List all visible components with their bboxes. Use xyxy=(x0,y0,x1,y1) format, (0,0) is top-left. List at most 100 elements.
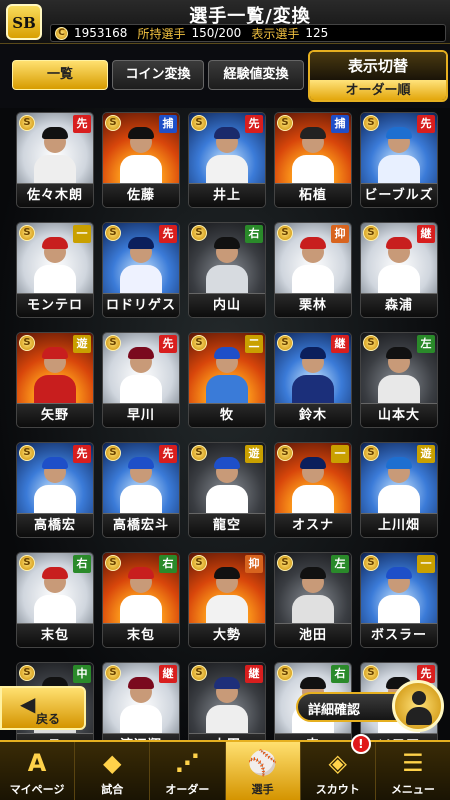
player-card[interactable]: S 継山田 xyxy=(188,662,266,740)
stadium-icon: ◆ xyxy=(103,749,122,777)
nav-item-scout[interactable]: ◈ スカウト! xyxy=(301,734,376,800)
player-card[interactable]: S 左池田 xyxy=(274,552,352,648)
player-card[interactable]: S 先早川 xyxy=(102,332,180,428)
player-card[interactable]: S 先ロドリゲス xyxy=(102,222,180,318)
player-card[interactable]: S 継渡辺翔 xyxy=(102,662,180,740)
position-badge: 二 xyxy=(245,335,263,353)
player-card[interactable]: S 右末包 xyxy=(16,552,94,648)
player-card[interactable]: S 右内山 xyxy=(188,222,266,318)
position-badge: 先 xyxy=(159,445,177,463)
owned-value: 150/200 xyxy=(191,26,242,40)
coin-icon: S xyxy=(105,225,121,241)
player-card[interactable]: S 先高橋宏 xyxy=(16,442,94,538)
nav-label: メニュー xyxy=(390,783,435,796)
coin-icon: S xyxy=(19,665,35,681)
player-name: 栗林 xyxy=(275,293,351,317)
coin-icon: S xyxy=(363,225,379,241)
player-card[interactable]: S 遊矢野 xyxy=(16,332,94,428)
position-badge: 先 xyxy=(245,115,263,133)
position-badge: 先 xyxy=(159,225,177,243)
position-badge: 一 xyxy=(417,555,435,573)
coin-icon: S xyxy=(105,665,121,681)
player-card[interactable]: S 右末包 xyxy=(102,552,180,648)
player-card[interactable]: S 遊上川畑 xyxy=(360,442,438,538)
detail-button[interactable]: 詳細確認 xyxy=(296,680,446,734)
player-name: 佐々木朗 xyxy=(17,183,93,207)
player-name: 柘植 xyxy=(275,183,351,207)
player-name: 大勢 xyxy=(189,623,265,647)
coin-icon: C xyxy=(55,26,68,40)
coin-icon: S xyxy=(277,225,293,241)
back-button[interactable]: ◀ 戻る xyxy=(0,686,86,730)
player-name: 牧 xyxy=(189,403,265,427)
nav-label: マイページ xyxy=(9,783,65,796)
nav-item-player[interactable]: ⚾ 選手 xyxy=(225,742,301,800)
player-card[interactable]: S 遊龍空 xyxy=(188,442,266,538)
coin-icon: S xyxy=(105,115,121,131)
player-name: 矢野 xyxy=(17,403,93,427)
player-card[interactable]: S 先佐々木朗 xyxy=(16,112,94,208)
player-card[interactable]: S 抑大勢 xyxy=(188,552,266,648)
display-toggle-button[interactable]: 表示切替 オーダー順 xyxy=(308,50,448,102)
coin-icon: S xyxy=(105,555,121,571)
back-label: 戻る xyxy=(36,712,61,726)
player-name: 渡辺翔 xyxy=(103,733,179,740)
player-card[interactable]: S 抑栗林 xyxy=(274,222,352,318)
player-name: 鈴木 xyxy=(275,403,351,427)
position-badge: 捕 xyxy=(331,115,349,133)
position-badge: 抑 xyxy=(331,225,349,243)
detail-label: 詳細確認 xyxy=(308,703,361,718)
player-name: 池田 xyxy=(275,623,351,647)
coin-icon: S xyxy=(19,335,35,351)
coin-icon: S xyxy=(19,225,35,241)
stats-bar: C 1953168 所持選手 150/200 表示選手 125 xyxy=(50,24,446,42)
nav-item-menu[interactable]: ☰ メニュー xyxy=(376,742,450,800)
player-name: 上川畑 xyxy=(361,513,437,537)
player-name: 井上 xyxy=(189,183,265,207)
nav-item-mypage[interactable]: A マイページ xyxy=(0,742,76,800)
position-badge: 左 xyxy=(417,335,435,353)
player-card[interactable]: S 先井上 xyxy=(188,112,266,208)
coin-icon: S xyxy=(105,335,121,351)
scout-icon: ◈ xyxy=(328,749,347,777)
player-card[interactable]: S 先ビーブルズ xyxy=(360,112,438,208)
player-card[interactable]: S 一モンテロ xyxy=(16,222,94,318)
position-badge: 右 xyxy=(159,555,177,573)
player-name: 早川 xyxy=(103,403,179,427)
player-name: 高橋宏斗 xyxy=(103,513,179,537)
position-badge: 継 xyxy=(331,335,349,353)
coin-icon: S xyxy=(363,665,379,681)
position-badge: 一 xyxy=(331,445,349,463)
player-card[interactable]: S 左山本大 xyxy=(360,332,438,428)
position-badge: 遊 xyxy=(73,335,91,353)
tab-exp-convert[interactable]: 経験値変換 xyxy=(208,60,304,90)
nav-item-stadium[interactable]: ◆ 試合 xyxy=(75,742,151,800)
player-card[interactable]: S 一ボスラー xyxy=(360,552,438,648)
display-label: 表示選手 xyxy=(251,26,300,41)
coin-icon: S xyxy=(191,115,207,131)
back-arrow-icon: ◀ xyxy=(20,692,36,716)
display-toggle-title: 表示切替 xyxy=(310,52,446,80)
player-card[interactable]: S 継森浦 xyxy=(360,222,438,318)
player-card[interactable]: S 継鈴木 xyxy=(274,332,352,428)
player-card-grid: S 先佐々木朗 S 捕佐藤 S 先井上 S 捕柘植 S 先ビーブルズ S 一モンテロ S 先ロドリゲス S 右… xyxy=(0,108,450,740)
logo-text: SB xyxy=(12,14,36,32)
position-badge: 中 xyxy=(73,665,91,683)
player-name: 森浦 xyxy=(361,293,437,317)
player-card[interactable]: S 捕佐藤 xyxy=(102,112,180,208)
header: SB 選手一覧/変換 C 1953168 所持選手 150/200 表示選手 1… xyxy=(0,0,450,44)
player-card[interactable]: S 一オスナ xyxy=(274,442,352,538)
tab-list[interactable]: 一覧 xyxy=(12,60,108,90)
display-toggle-mode: オーダー順 xyxy=(310,80,446,100)
nav-item-order[interactable]: ⋰ オーダー xyxy=(150,742,226,800)
player-card[interactable]: S 先高橋宏斗 xyxy=(102,442,180,538)
player-name: 龍空 xyxy=(189,513,265,537)
player-icon: ⚾ xyxy=(247,749,278,777)
tab-coin-convert[interactable]: コイン変換 xyxy=(112,60,204,90)
coin-icon: S xyxy=(277,335,293,351)
player-name: 佐藤 xyxy=(103,183,179,207)
player-card[interactable]: S 二牧 xyxy=(188,332,266,428)
player-name: ス xyxy=(17,733,93,740)
app-logo[interactable]: SB xyxy=(6,4,42,40)
player-card[interactable]: S 捕柘植 xyxy=(274,112,352,208)
